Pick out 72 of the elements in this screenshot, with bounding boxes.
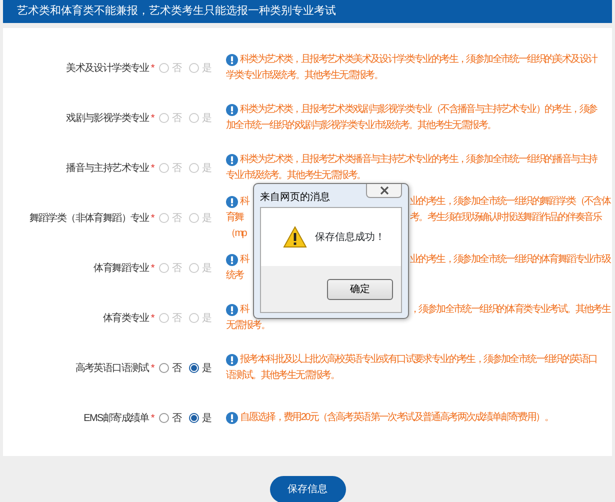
note-text: 科类为艺术类，且报考艺术类播音与主持艺术专业的考生，须参加全市统一组织的播音与主持 [240, 152, 597, 167]
note-text: 专业市级统考。其他考生无需报考。 [226, 168, 366, 183]
note-text: 无需报考。 [226, 318, 270, 333]
note-text: 自愿选择，费用20元（含高考英语第一次考试及普通高考两次成绩单邮寄费用）。 [240, 410, 554, 425]
note-text: 语测试。其他考生无需报考。 [226, 368, 340, 383]
note-text: 科类为艺术类，且报考艺术类美术及设计学类专业的考生，须参加全市统一组织的美术及设计 [240, 52, 597, 67]
page-header: 艺术类和体育类不能兼报，艺术类考生只能选报一种类别专业考试 [3, 0, 612, 23]
warning-icon [283, 226, 307, 248]
option-label: 是 [202, 112, 212, 126]
note-text: 学类专业市级统考。其他考生无需报考。 [226, 68, 383, 83]
field-label: 舞蹈学类（非体育舞蹈）专业 [29, 212, 149, 226]
option-label: 是 [202, 262, 212, 276]
field-label: 体育类专业 [102, 312, 149, 326]
radio-button[interactable] [189, 363, 199, 373]
option-label: 否 [172, 112, 182, 126]
field-label: 播音与主持艺术专业 [66, 162, 149, 176]
note-text: 业的考生，须参加全市统一组织的体育舞蹈专业市级 [410, 252, 612, 267]
info-icon [226, 254, 238, 266]
required-marker: * [150, 62, 154, 76]
field-label: 高考英语口语测试 [75, 362, 149, 376]
note-text: 业的考生，须参加全市统一组织的舞蹈学类（不含体 [410, 194, 612, 209]
note-text: 科 [240, 252, 249, 267]
ok-button[interactable]: 确定 [327, 278, 393, 300]
required-marker: * [150, 362, 154, 376]
required-marker: * [150, 312, 154, 326]
option-label: 是 [202, 212, 212, 226]
info-icon [226, 304, 238, 316]
radio-button[interactable] [189, 413, 199, 423]
note-text: 科 [240, 194, 249, 209]
option-label[interactable]: 是 [202, 360, 212, 376]
option-label: 否 [172, 262, 182, 276]
option-label[interactable]: 是 [202, 410, 212, 426]
field-label: 戏剧与影视学类专业 [66, 112, 149, 126]
note-text: （mp [226, 227, 246, 241]
option-label: 否 [172, 162, 182, 176]
option-label[interactable]: 否 [172, 410, 182, 426]
field-label: 体育舞蹈专业 [94, 262, 149, 276]
info-icon [226, 354, 238, 366]
info-icon [226, 154, 238, 166]
field-label: EMS邮寄成绩单 [84, 412, 149, 426]
info-icon [226, 104, 238, 116]
note-text: 加全市统一组织的戏剧与影视学类专业市级统考。其他考生无需报考。 [226, 118, 496, 133]
note-text: 科 [240, 302, 249, 317]
required-marker: * [150, 112, 154, 126]
note-text: 统考 [226, 268, 244, 283]
note-text: 育舞 [226, 210, 244, 225]
required-marker: * [150, 412, 154, 426]
option-label: 是 [202, 162, 212, 176]
note-text: 考。考生须在现场确认时报送舞蹈作品的伴奏音乐 [410, 210, 603, 225]
dialog-message: 保存信息成功！ [315, 230, 385, 244]
option-label: 否 [172, 62, 182, 76]
note-text: 科类为艺术类，且报考艺术类戏剧与影视学类专业（不含播音与主持艺术专业）的考生，须参 [240, 102, 597, 117]
note-text: 报考本科批及以上批次高校英语专业或有口试要求专业的考生，须参加全市统一组织的英语口 [240, 352, 597, 367]
save-button[interactable]: 保存信息 [270, 476, 346, 502]
required-marker: * [150, 212, 154, 226]
option-label: 是 [202, 312, 212, 326]
info-icon [226, 196, 238, 208]
info-icon [226, 412, 238, 424]
close-button[interactable] [366, 184, 402, 198]
required-marker: * [150, 162, 154, 176]
option-label[interactable]: 否 [172, 360, 182, 376]
radio-button[interactable] [159, 413, 169, 423]
note-text: ，须参加全市统一组织的体育类专业考试。其他考生 [410, 302, 612, 317]
radio-button[interactable] [159, 363, 169, 373]
info-icon [226, 54, 238, 66]
field-label: 美术及设计学类专业 [66, 62, 149, 76]
close-icon [380, 186, 388, 195]
option-label: 是 [202, 62, 212, 76]
option-label: 否 [172, 312, 182, 326]
dialog-title: 来自网页的消息 [260, 190, 330, 205]
required-marker: * [150, 262, 154, 276]
option-label: 否 [172, 212, 182, 226]
